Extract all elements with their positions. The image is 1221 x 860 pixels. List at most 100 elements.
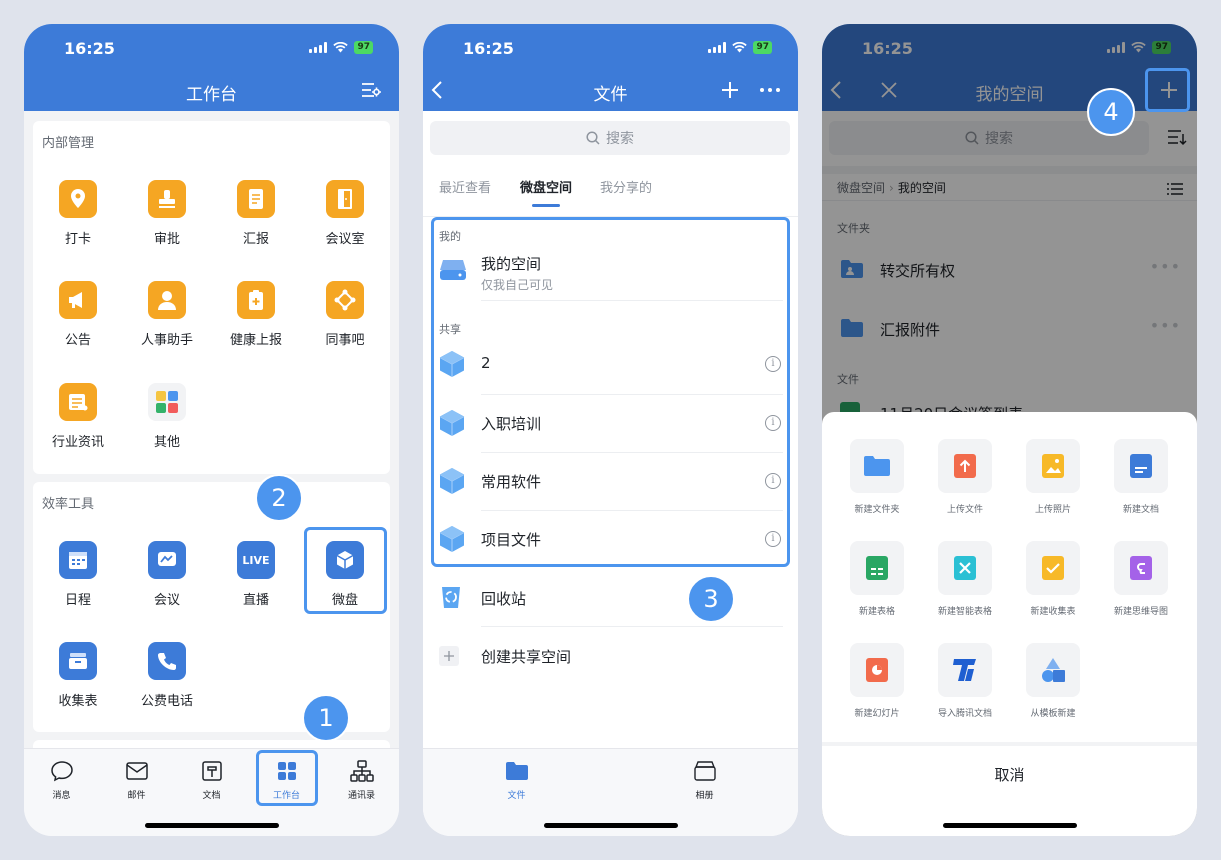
app-meeting-room[interactable]: 会议室 <box>300 180 390 247</box>
tab-label: 通讯录 <box>347 791 375 801</box>
battery-indicator: 97 <box>354 41 373 54</box>
app-industry-news[interactable]: 行业资讯 <box>33 383 123 450</box>
highlight-workbench-tab <box>256 750 318 806</box>
recycle-bin-icon <box>442 587 460 608</box>
new-mindmap-button[interactable]: 新建思维导图 <box>1097 541 1185 617</box>
search-icon <box>586 131 600 145</box>
tab-mail[interactable]: 邮件 <box>99 759 174 801</box>
tab-messages[interactable]: 消息 <box>24 759 99 801</box>
upload-file-button[interactable]: 上传文件 <box>921 439 1009 515</box>
tab-docs[interactable]: 文档 <box>174 759 249 801</box>
app-label: 汇报 <box>242 232 269 247</box>
app-label: 会议室 <box>325 232 365 247</box>
app-meeting[interactable]: 会议 <box>122 541 212 608</box>
action-label: 新建表格 <box>858 607 895 617</box>
app-live[interactable]: LIVE 直播 <box>211 541 301 608</box>
app-hr-assistant[interactable]: 人事助手 <box>122 281 212 348</box>
status-icons: 97 <box>309 41 373 54</box>
app-approval[interactable]: 审批 <box>122 180 212 247</box>
highlight-add-button <box>1145 68 1190 112</box>
screen-workbench: 16:25 97 工作台 内部管理 打卡 审批 汇报 会议室 公告 人事助手 健… <box>24 24 399 836</box>
step-badge-1: 1 <box>302 694 350 742</box>
app-label: 打卡 <box>64 232 91 247</box>
page-title: 工作台 <box>186 85 237 105</box>
new-folder-button[interactable]: 新建文件夹 <box>833 439 921 515</box>
battery-indicator: 97 <box>753 41 772 54</box>
meeting-icon <box>148 541 186 579</box>
action-label: 导入腾讯文档 <box>937 709 992 719</box>
new-collection-form-button[interactable]: 新建收集表 <box>1009 541 1097 617</box>
person-icon <box>148 281 186 319</box>
item-title: 创建共享空间 <box>481 648 572 666</box>
action-label: 新建智能表格 <box>937 607 992 617</box>
screen-files: 16:25 97 文件 搜索 最近查看 微盘空间 我分享的 我的 我的空间 仅我… <box>423 24 798 836</box>
app-clock-in[interactable]: 打卡 <box>33 180 123 247</box>
action-label: 新建收集表 <box>1030 607 1076 617</box>
create-shared-space-button[interactable]: 创建共享空间 <box>423 642 798 670</box>
top-bar: 16:25 97 文件 <box>423 24 798 111</box>
network-icon <box>326 281 364 319</box>
list-settings-icon <box>362 83 381 97</box>
settings-button[interactable] <box>357 76 385 104</box>
action-label: 从模板新建 <box>1030 709 1076 719</box>
app-calendar[interactable]: 日程 <box>33 541 123 608</box>
status-time: 16:25 <box>64 39 115 58</box>
step-badge-3: 3 <box>687 575 735 623</box>
form-check-icon <box>1042 556 1064 580</box>
mindmap-icon <box>1130 556 1152 580</box>
tab-contacts[interactable]: 通讯录 <box>324 759 399 801</box>
tray-icon <box>59 642 97 680</box>
divider <box>481 626 783 627</box>
tab-album[interactable]: 相册 <box>667 759 742 801</box>
new-sheet-button[interactable]: 新建表格 <box>833 541 921 617</box>
action-label: 上传文件 <box>946 505 983 515</box>
doc-icon <box>1130 454 1152 478</box>
tab-files[interactable]: 文件 <box>479 759 554 801</box>
mail-icon <box>125 762 148 780</box>
new-slides-button[interactable]: 新建幻灯片 <box>833 643 921 719</box>
new-smart-sheet-button[interactable]: 新建智能表格 <box>921 541 1009 617</box>
import-tencent-docs-button[interactable]: 导入腾讯文档 <box>921 643 1009 719</box>
app-announcement[interactable]: 公告 <box>33 281 123 348</box>
app-collection-form[interactable]: 收集表 <box>33 642 123 709</box>
home-indicator <box>145 823 279 828</box>
action-label: 新建思维导图 <box>1113 607 1168 617</box>
app-label: 直播 <box>242 593 269 608</box>
search-bar[interactable]: 搜索 <box>430 121 790 155</box>
action-label: 新建文档 <box>1122 505 1159 515</box>
new-doc-button[interactable]: 新建文档 <box>1097 439 1185 515</box>
tab-recent[interactable]: 最近查看 <box>439 177 491 196</box>
cancel-button[interactable]: 取消 <box>822 746 1197 804</box>
list-item-recycle-bin[interactable]: 回收站 <box>423 584 798 612</box>
tab-label: 相册 <box>695 791 714 801</box>
phone-icon <box>148 642 186 680</box>
internal-management-card: 内部管理 打卡 审批 汇报 会议室 公告 人事助手 健康上报 同事吧 行业资讯 … <box>33 121 390 474</box>
action-label: 新建文件夹 <box>854 505 900 515</box>
tab-weipan-space[interactable]: 微盘空间 <box>520 177 572 196</box>
create-action-sheet: 新建文件夹 上传文件 上传照片 新建文档 新建表格 新建智能表格 新建收集表 新… <box>822 412 1197 836</box>
section-title: 内部管理 <box>42 136 95 151</box>
app-label: 健康上报 <box>229 333 282 348</box>
new-from-template-button[interactable]: 从模板新建 <box>1009 643 1097 719</box>
slides-icon <box>866 658 888 682</box>
app-health-report[interactable]: 健康上报 <box>211 281 301 348</box>
tab-my-shared[interactable]: 我分享的 <box>600 177 652 196</box>
app-others[interactable]: 其他 <box>122 383 212 450</box>
app-label: 其他 <box>153 435 180 450</box>
more-button[interactable] <box>756 76 784 104</box>
app-label: 行业资讯 <box>51 435 104 450</box>
app-label: 人事助手 <box>140 333 193 348</box>
upload-photo-button[interactable]: 上传照片 <box>1009 439 1097 515</box>
app-report[interactable]: 汇报 <box>211 180 301 247</box>
folder-icon <box>505 762 528 780</box>
add-button[interactable] <box>716 76 744 104</box>
live-icon: LIVE <box>237 541 275 579</box>
status-icons: 97 <box>708 41 772 54</box>
app-phone-call[interactable]: 公费电话 <box>122 642 212 709</box>
megaphone-icon <box>59 281 97 319</box>
signal-icon <box>309 42 328 53</box>
tencent-docs-icon <box>953 659 976 681</box>
app-colleague-forum[interactable]: 同事吧 <box>300 281 390 348</box>
chat-bubble-icon <box>50 761 73 782</box>
template-shapes-icon <box>1042 658 1065 682</box>
